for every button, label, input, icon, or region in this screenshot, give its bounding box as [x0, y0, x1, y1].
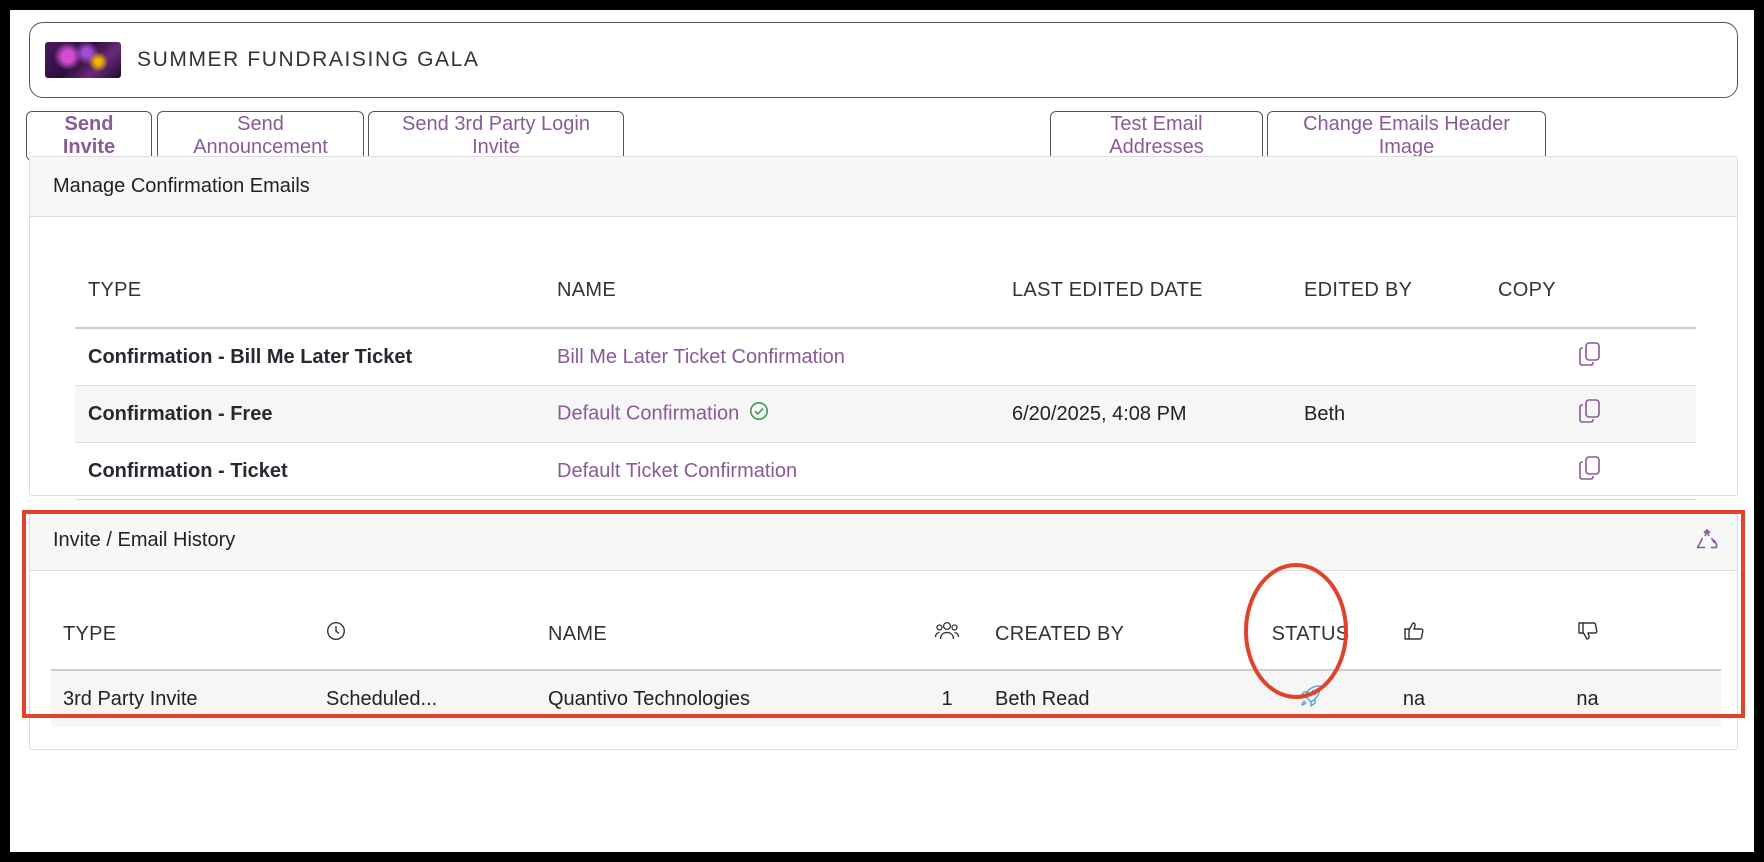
confirmation-panel-title: Manage Confirmation Emails — [30, 157, 1737, 217]
row-time: Scheduled... — [314, 670, 536, 727]
row-last-edited: 6/20/2025, 4:08 PM — [999, 385, 1291, 443]
test-email-addresses-button[interactable]: Test Email Addresses — [1050, 111, 1263, 161]
thumbs-down-icon — [1577, 620, 1599, 648]
row-dislikes: na — [1455, 670, 1721, 727]
col-type: TYPE — [51, 599, 314, 671]
row-type: Confirmation - Ticket — [75, 442, 544, 500]
send-3rd-party-login-invite-button[interactable]: Send 3rd Party Login Invite — [368, 111, 624, 161]
col-last-edited: LAST EDITED DATE — [999, 253, 1291, 329]
thumbs-up-icon — [1403, 620, 1425, 648]
confirmation-panel-title-text: Manage Confirmation Emails — [53, 175, 310, 197]
check-circle-icon — [749, 401, 769, 427]
people-icon — [934, 620, 960, 648]
confirmation-emails-panel: Manage Confirmation Emails TYPE NAME LAS… — [29, 156, 1738, 500]
col-type: TYPE — [75, 253, 544, 329]
table-row: Confirmation - Free Default Confirmation… — [75, 385, 1696, 443]
event-thumbnail — [45, 42, 121, 78]
copy-icon[interactable] — [1578, 341, 1602, 373]
col-name: NAME — [544, 253, 999, 329]
table-row: Confirmation - Bill Me Later Ticket Bill… — [75, 328, 1696, 386]
row-recipients: 1 — [912, 670, 983, 727]
row-created-by: Beth Read — [983, 670, 1248, 727]
history-panel-title-text: Invite / Email History — [53, 529, 236, 551]
history-table: TYPE NAME CREATED BY STATUS 3rd Party In… — [51, 599, 1721, 727]
row-type: Confirmation - Bill Me Later Ticket — [75, 328, 544, 386]
page: SUMMER FUNDRAISING GALA Send Invite Send… — [10, 10, 1754, 852]
row-edited-by — [1291, 442, 1485, 500]
event-title: SUMMER FUNDRAISING GALA — [137, 48, 480, 71]
row-type: 3rd Party Invite — [51, 670, 314, 727]
row-name: Quantivo Technologies — [536, 670, 912, 727]
send-announcement-button[interactable]: Send Announcement — [157, 111, 364, 161]
col-status: STATUS — [1248, 599, 1374, 671]
col-copy: COPY — [1485, 253, 1696, 329]
row-edited-by: Beth — [1291, 385, 1485, 443]
row-last-edited — [999, 328, 1291, 386]
recycle-icon[interactable] — [1695, 528, 1719, 558]
email-name-link[interactable]: Default Confirmation — [557, 402, 739, 424]
row-edited-by — [1291, 328, 1485, 386]
event-header: SUMMER FUNDRAISING GALA — [29, 22, 1738, 98]
table-row: Confirmation - Ticket Default Ticket Con… — [75, 442, 1696, 500]
change-emails-header-image-button[interactable]: Change Emails Header Image — [1267, 111, 1546, 161]
history-panel-title: Invite / Email History — [30, 511, 1737, 571]
email-name-link[interactable]: Default Ticket Confirmation — [557, 460, 797, 482]
col-name: NAME — [536, 599, 912, 671]
table-row[interactable]: 3rd Party Invite Scheduled... Quantivo T… — [51, 670, 1721, 727]
email-name-link[interactable]: Bill Me Later Ticket Confirmation — [557, 346, 845, 368]
col-edited-by: EDITED BY — [1291, 253, 1485, 329]
col-created-by: CREATED BY — [983, 599, 1248, 671]
copy-icon[interactable] — [1578, 455, 1602, 487]
row-last-edited — [999, 442, 1291, 500]
email-history-panel: Invite / Email History TYPE NAME CREATED… — [29, 510, 1738, 750]
send-invite-button[interactable]: Send Invite — [26, 111, 152, 161]
rocket-icon[interactable] — [1298, 683, 1324, 715]
copy-icon[interactable] — [1578, 398, 1602, 430]
row-likes: na — [1374, 670, 1455, 727]
confirmation-table: TYPE NAME LAST EDITED DATE EDITED BY COP… — [75, 253, 1696, 500]
row-type: Confirmation - Free — [75, 385, 544, 443]
clock-icon — [326, 621, 346, 647]
